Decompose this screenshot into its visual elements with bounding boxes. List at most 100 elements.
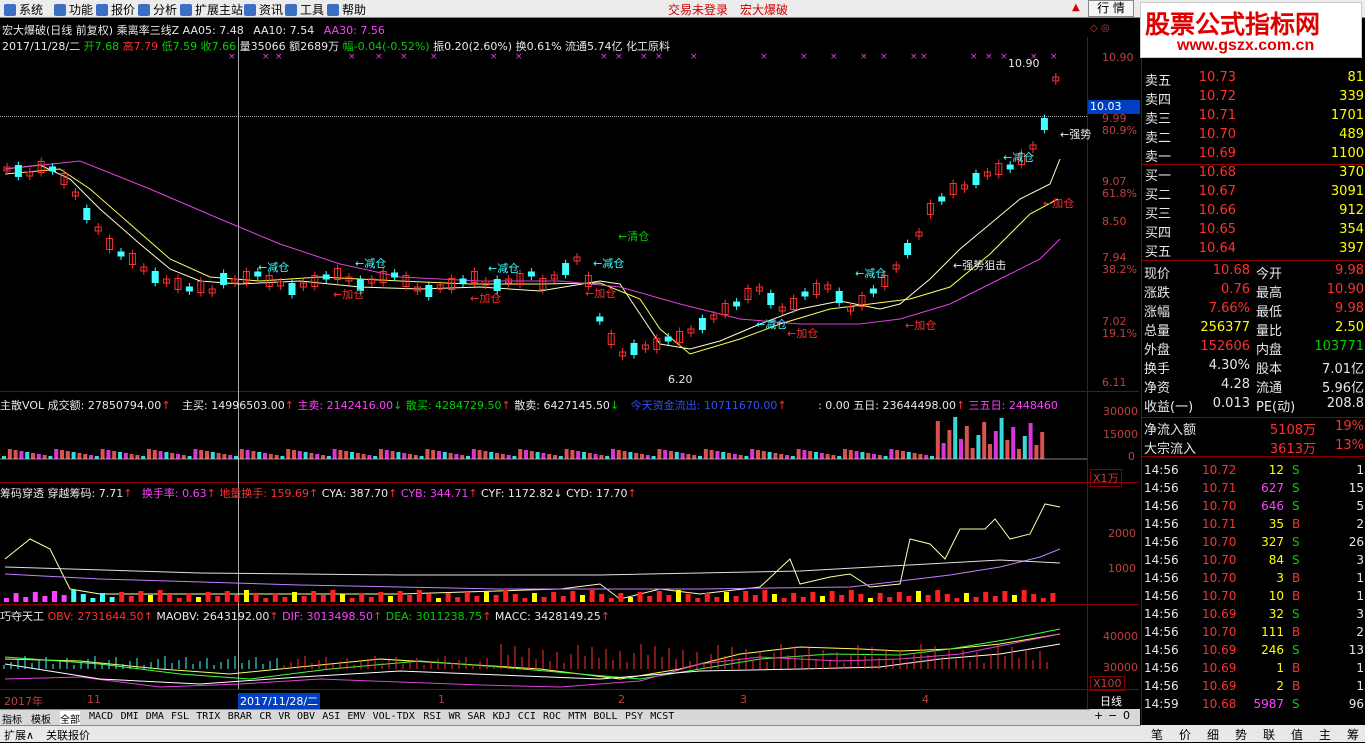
buy-level[interactable]: 买四 10.65 354 [1142, 222, 1365, 241]
chip-bar [580, 595, 585, 602]
tab-5[interactable]: DMA [146, 711, 164, 722]
period-label[interactable]: 日线 [1100, 693, 1122, 709]
zoom-controls[interactable]: + − 0 [1090, 709, 1140, 725]
menu-tools[interactable]: 工具 [285, 1, 324, 18]
tab-8[interactable]: BRAR [228, 711, 252, 722]
tick-volume: 2 [1276, 679, 1284, 693]
sell-level[interactable]: 卖三 10.71 1701 [1142, 108, 1365, 127]
tick-volume: 627 [1261, 481, 1284, 495]
market-button[interactable]: 行 情 [1088, 0, 1134, 17]
tab-13[interactable]: EMV [347, 711, 365, 722]
y-label: 19.1% [1102, 327, 1137, 340]
volume-bar [593, 454, 598, 459]
volume-bar [866, 453, 871, 459]
tab-24[interactable]: MCST [650, 711, 674, 722]
menu-help[interactable]: 帮助 [327, 1, 366, 18]
news-icon [244, 3, 256, 16]
menu-quote[interactable]: 报价 [96, 1, 135, 18]
menu-ext-site[interactable]: 扩展主站 [180, 1, 243, 18]
buy-level[interactable]: 买三 10.66 912 [1142, 203, 1365, 222]
volume-bar [106, 450, 111, 459]
zoom-in-icon[interactable]: + [1094, 709, 1103, 722]
right-tab-1[interactable]: 价 [1179, 726, 1191, 743]
stock-name: 宏大爆破 [740, 3, 789, 17]
right-tab-6[interactable]: 主 [1319, 726, 1331, 743]
chip-line-cyb [4, 548, 1061, 590]
volume-bar [692, 455, 697, 459]
menu-system[interactable]: 系统 [4, 1, 43, 18]
flow-value: 3613万 [1269, 442, 1316, 457]
menu-analysis[interactable]: 分析 [138, 1, 177, 18]
tab-14[interactable]: VOL-TDX [373, 711, 415, 722]
menu-news[interactable]: 资讯 [244, 1, 283, 18]
tab-11[interactable]: OBV [297, 711, 315, 722]
chip-bar [330, 590, 336, 602]
chip-bar [61, 595, 67, 602]
tab-19[interactable]: CCI [518, 711, 536, 722]
diamond-icon[interactable]: ◇ ◎ [1090, 23, 1110, 34]
tab-12[interactable]: ASI [322, 711, 340, 722]
zoom-out-icon[interactable]: − [1108, 709, 1117, 722]
tick-row: 14:56 10.70 111 B 2 [1142, 625, 1365, 643]
tab-16[interactable]: WR [449, 711, 461, 722]
tab-7[interactable]: TRIX [196, 711, 220, 722]
tick-row: 14:56 10.69 1 B 1 [1142, 661, 1365, 679]
sell-level[interactable]: 卖二 10.70 489 [1142, 127, 1365, 146]
right-tab-4[interactable]: 联 [1263, 726, 1275, 743]
x-cursor-date: 2017/11/28/二 [238, 693, 321, 709]
right-tab-7[interactable]: 筹 [1347, 726, 1359, 743]
tab-6[interactable]: FSL [171, 711, 189, 722]
quote-label: 量比 [1256, 324, 1283, 339]
buy-level[interactable]: 买五 10.64 397 [1142, 241, 1365, 260]
tab-4[interactable]: DMI [121, 711, 139, 722]
tab-0[interactable]: 指标 [2, 711, 22, 726]
signal-jiacang: ←加仓 [787, 327, 819, 340]
volume-bar [7, 449, 12, 459]
tab-17[interactable]: SAR [467, 711, 485, 722]
up-arrow-icon[interactable]: ▲ [1072, 2, 1080, 13]
quote-row: 净资 4.28 流通 5.96亿 [1142, 377, 1365, 396]
volume-bar [959, 439, 963, 459]
right-tab-0[interactable]: 笔 [1151, 726, 1163, 743]
menu-function[interactable]: 功能 [54, 1, 93, 18]
volume-bar [390, 451, 395, 459]
right-tab-2[interactable]: 细 [1207, 726, 1219, 743]
tick-side: S [1292, 643, 1300, 657]
sell-level[interactable]: 卖一 10.69 1100 [1142, 146, 1365, 165]
tick-count: 2 [1356, 625, 1364, 639]
chip-bar [455, 597, 461, 602]
right-tab-5[interactable]: 值 [1291, 726, 1303, 743]
tab-18[interactable]: KDJ [493, 711, 511, 722]
tab-3[interactable]: MACD [89, 711, 113, 722]
sell-level[interactable]: 卖四 10.72 339 [1142, 89, 1365, 108]
tab-20[interactable]: ROC [543, 711, 561, 722]
related-quote-button[interactable]: 关联报价 [46, 727, 90, 743]
x-label: 3 [740, 693, 747, 706]
tab-23[interactable]: PSY [625, 711, 643, 722]
tick-volume: 646 [1261, 499, 1284, 513]
tab-1[interactable]: 模板 [31, 711, 51, 726]
tab-15[interactable]: RSI [423, 711, 441, 722]
login-status[interactable]: 交易未登录 [668, 1, 728, 18]
volume-bar [1040, 432, 1045, 459]
quote-value: 152606 [1200, 339, 1250, 354]
tab-10[interactable]: VR [278, 711, 290, 722]
buy-level[interactable]: 买一 10.68 370 [1142, 165, 1365, 184]
tab-9[interactable]: CR [259, 711, 271, 722]
tick-side: B [1292, 679, 1301, 693]
right-tab-3[interactable]: 势 [1235, 726, 1247, 743]
tab-21[interactable]: MTM [568, 711, 586, 722]
sell-level[interactable]: 卖五 10.73 81 [1142, 70, 1365, 89]
signal-jiacang: ←加仓 [470, 292, 502, 305]
tab-2[interactable]: 全部 [60, 711, 80, 726]
chip-bar [244, 590, 249, 602]
buy-level[interactable]: 买二 10.67 3091 [1142, 184, 1365, 203]
signal-marker: × [348, 52, 356, 62]
signal-qingcang: ←清仓 [618, 230, 650, 243]
tab-22[interactable]: BOLL [593, 711, 617, 722]
reset-icon[interactable]: 0 [1123, 709, 1130, 722]
volume-bar [982, 422, 987, 459]
row-volume: 1701 [1330, 108, 1364, 123]
chart-area[interactable]: 宏大爆破(日线 前复权) 乘离率三线Z AA05: 7.48 AA10: 7.5… [0, 19, 1140, 717]
expand-button[interactable]: 扩展∧ [4, 727, 34, 743]
